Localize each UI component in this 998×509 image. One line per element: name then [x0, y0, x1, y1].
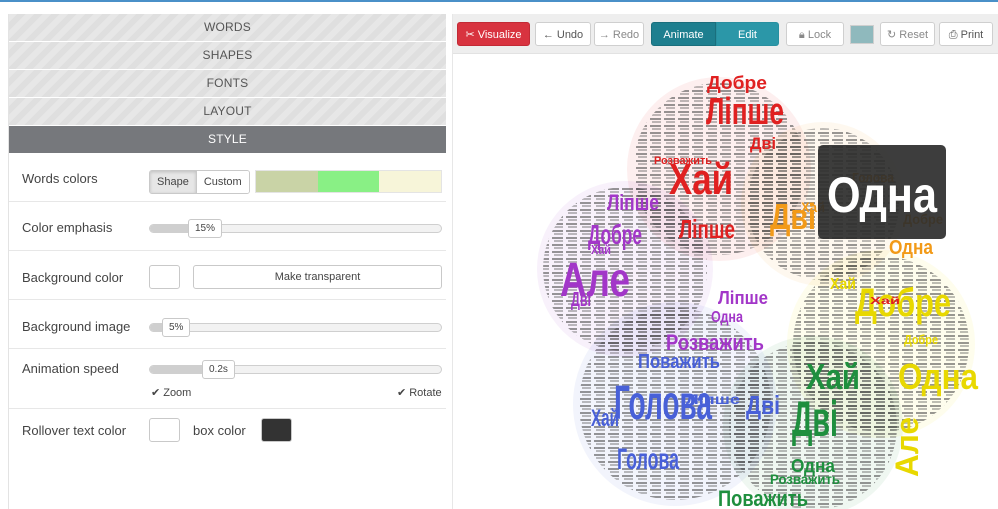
color-emphasis-label: Color emphasis — [22, 220, 113, 235]
rotate-checkbox[interactable]: ✔ Rotate — [397, 386, 442, 399]
background-color-row: Background color Make transparent — [9, 251, 446, 300]
lock-button[interactable]: 🔒︎ Lock — [786, 22, 844, 46]
cloud-color-swatch[interactable] — [850, 25, 874, 44]
accordion-words[interactable]: WORDS — [9, 14, 446, 41]
background-color-label: Background color — [22, 270, 124, 285]
cloud-word[interactable]: Добре — [904, 332, 938, 347]
cloud-word[interactable]: Лiпше — [686, 391, 740, 407]
cloud-word[interactable]: Двi — [792, 391, 838, 447]
animation-speed-label: Animation speed — [22, 361, 119, 376]
palette-swatch-1[interactable] — [256, 171, 318, 192]
printer-icon: ⎙ — [948, 29, 958, 41]
reset-button[interactable]: ↻ Reset — [880, 22, 935, 46]
toolbar: ✂ Visualize ← Undo → Redo Animate Edit 🔒… — [453, 14, 998, 54]
animation-speed-row: Animation speed 0.2s ✔ Zoom ✔ Rotate — [9, 349, 446, 409]
words-colors-label: Words colors — [22, 171, 98, 186]
reset-label: Reset — [899, 29, 929, 41]
animation-speed-handle[interactable]: 0.2s — [202, 360, 235, 379]
cloud-word[interactable]: Хай — [591, 242, 611, 257]
cloud-word[interactable]: Але — [889, 417, 925, 477]
accordion-style[interactable]: STYLE — [9, 126, 446, 153]
background-image-slider[interactable]: 5% — [149, 318, 442, 337]
print-button[interactable]: ⎙ Print — [939, 22, 993, 46]
rollover-text-color-swatch[interactable] — [149, 418, 180, 442]
print-label: Print — [960, 29, 984, 41]
word-tooltip: Одна — [818, 145, 946, 239]
custom-colors-button[interactable]: Custom — [196, 171, 249, 193]
cloud-word[interactable]: Лiпше — [718, 288, 768, 308]
rotate-label: Rotate — [409, 387, 442, 399]
color-emphasis-handle[interactable]: 15% — [188, 219, 223, 238]
undo-button[interactable]: ← Undo — [535, 22, 591, 46]
shape-colors-button[interactable]: Shape — [150, 171, 197, 193]
cloud-word[interactable]: Одна — [889, 237, 934, 259]
accordion-shapes[interactable]: SHAPES — [9, 42, 446, 69]
box-color-label: box color — [193, 423, 246, 438]
words-colors-row: Words colors Shape Custom — [9, 154, 446, 202]
rollover-text-color-label: Rollover text color — [22, 423, 127, 438]
cloud-word[interactable]: Лiпше — [607, 190, 659, 215]
settings-panel: WORDS SHAPES FONTS LAYOUT STYLE Words co… — [8, 14, 446, 509]
cloud-word[interactable]: Хай — [591, 405, 619, 432]
word-cloud[interactable]: ЛiпшеДобреХайДвiЛiпшеРозважитьДвiХайГоло… — [453, 54, 998, 509]
cloud-word[interactable]: Добре — [707, 73, 767, 93]
background-image-handle[interactable]: 5% — [162, 318, 191, 337]
top-accent-line — [0, 0, 998, 2]
cloud-word[interactable]: Хай — [830, 276, 856, 293]
zoom-checkbox[interactable]: ✔ Zoom — [151, 386, 191, 399]
cloud-word[interactable]: Хай — [870, 296, 900, 307]
palette-swatch-2[interactable] — [317, 171, 380, 192]
cloud-word[interactable]: Хай — [806, 356, 860, 397]
animation-speed-fill — [150, 366, 208, 373]
cloud-word[interactable]: Лiпше — [679, 214, 735, 244]
background-color-swatch[interactable] — [149, 265, 180, 289]
cloud-word[interactable]: Двi — [571, 289, 591, 311]
edit-button[interactable]: Edit — [716, 22, 779, 46]
cloud-word[interactable]: Одна — [898, 356, 979, 397]
animate-button[interactable]: Animate — [651, 22, 716, 46]
cloud-word[interactable]: Розважить — [654, 155, 712, 167]
undo-label: Undo — [556, 29, 584, 41]
redo-label: Redo — [612, 29, 640, 41]
visualize-label: Visualize — [477, 29, 522, 41]
color-emphasis-slider[interactable]: 15% — [149, 219, 442, 238]
visualize-button[interactable]: ✂ Visualize — [457, 22, 530, 46]
zoom-label: Zoom — [163, 387, 192, 399]
lock-icon: 🔒︎ — [798, 29, 805, 41]
words-colors-toggle: Shape Custom — [149, 170, 250, 194]
tooltip-word: Одна — [827, 167, 938, 223]
color-palette[interactable] — [255, 170, 442, 193]
cloud-word[interactable]: Одна — [711, 309, 743, 326]
style-settings: Words colors Shape Custom Color emphasis… — [9, 154, 446, 458]
box-color-swatch[interactable] — [261, 418, 292, 442]
zoom-check-icon: ✔ — [151, 387, 161, 399]
lock-label: Lock — [807, 29, 832, 41]
redo-arrow-icon: → — [598, 29, 610, 41]
reset-icon: ↻ — [886, 29, 897, 41]
color-emphasis-row: Color emphasis 15% — [9, 202, 446, 251]
visualization-panel: ✂ Visualize ← Undo → Redo Animate Edit 🔒… — [452, 14, 998, 509]
background-image-label: Background image — [22, 319, 131, 334]
animation-speed-slider[interactable]: 0.2s — [149, 360, 442, 379]
rollover-row: Rollover text color box color — [9, 409, 446, 458]
cloud-word[interactable]: Голова — [617, 443, 679, 476]
background-image-row: Background image 5% — [9, 300, 446, 349]
cloud-word[interactable]: Двi — [746, 390, 780, 420]
cloud-word[interactable]: Двi — [750, 134, 776, 153]
redo-button[interactable]: → Redo — [594, 22, 644, 46]
palette-swatch-3[interactable] — [379, 171, 442, 192]
undo-arrow-icon: ← — [542, 29, 554, 41]
accordion-fonts[interactable]: FONTS — [9, 70, 446, 97]
cloud-word[interactable]: Розважить — [770, 471, 840, 487]
rotate-check-icon: ✔ — [397, 387, 407, 399]
make-transparent-button[interactable]: Make transparent — [193, 265, 442, 289]
cloud-word[interactable]: Розважить — [666, 330, 764, 355]
accordion-layout[interactable]: LAYOUT — [9, 98, 446, 125]
cloud-word[interactable]: Лiпше — [706, 91, 784, 133]
magic-wand-icon: ✂ — [465, 29, 475, 41]
